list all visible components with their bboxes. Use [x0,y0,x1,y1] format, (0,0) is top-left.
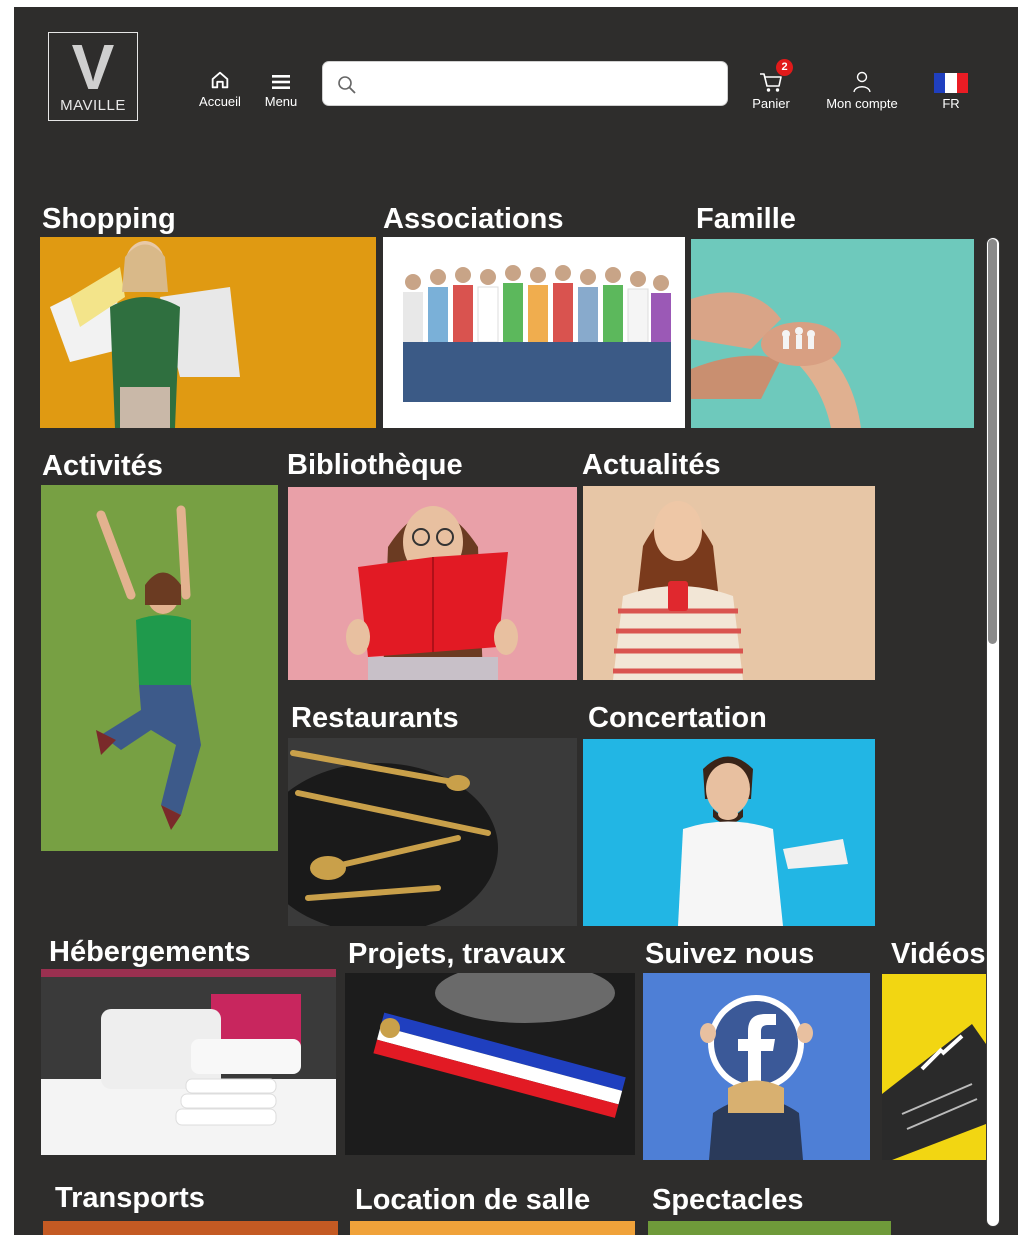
search-icon [337,75,357,100]
restaurants-image [288,738,577,926]
vertical-scrollbar[interactable] [986,237,1000,1227]
tile-actualites-title: Actualités [582,449,721,481]
shopping-image [40,237,376,428]
logo-text: MAVILLE [60,97,126,114]
videos-image [882,974,986,1160]
projets-image [345,973,635,1155]
cart-count-badge: 2 [776,59,793,76]
home-button[interactable]: Accueil [192,65,248,109]
transports-image [43,1221,338,1235]
tile-hebergements-title: Hébergements [49,936,251,968]
home-icon [192,65,248,91]
language-selector[interactable]: FR [929,67,973,111]
associations-image [383,237,685,428]
tile-associations-title: Associations [383,203,564,235]
tile-spectacles-title: Spectacles [652,1184,804,1216]
menu-button[interactable]: Menu [258,65,304,109]
home-label: Accueil [199,94,241,109]
menu-label: Menu [264,94,298,109]
account-button[interactable]: Mon compte [814,67,910,111]
famille-image [691,239,974,428]
cart-button[interactable]: 2 Panier [745,59,797,111]
search-bar[interactable] [322,61,728,107]
tile-restaurants-title: Restaurants [291,702,459,734]
tile-activites-title: Activités [42,450,163,482]
tile-concertation-title: Concertation [588,702,767,734]
hebergements-image [41,969,336,1155]
page-frame: V MAVILLE Accueil Menu 2 Panier Mon comp… [14,7,1018,1235]
logo-letter: V [71,31,115,103]
tile-bibliotheque-title: Bibliothèque [287,449,463,481]
suivez-image [643,973,870,1160]
french-flag-icon [929,67,973,93]
user-icon [814,67,910,93]
bibliotheque-image [288,487,577,680]
account-label: Mon compte [826,96,898,111]
tile-location-title: Location de salle [355,1184,591,1216]
cart-icon: 2 [758,59,793,93]
tile-projets-title: Projets, travaux [348,938,566,970]
cart-label: Panier [752,96,790,111]
tile-suivez-title: Suivez nous [645,938,815,970]
tile-videos-title: Vidéos [891,938,986,970]
scrollbar-thumb[interactable] [988,239,997,644]
language-label: FR [942,96,960,111]
spectacles-image [648,1221,891,1235]
site-logo[interactable]: V MAVILLE [48,32,138,121]
tile-famille-title: Famille [696,203,796,235]
actualites-image [583,486,875,680]
hamburger-icon [258,65,304,91]
concertation-image [583,739,875,926]
search-input[interactable] [363,62,717,107]
location-image [350,1221,635,1235]
activites-image [41,485,278,851]
tile-transports-title: Transports [55,1182,205,1214]
tile-shopping-title: Shopping [42,203,176,235]
